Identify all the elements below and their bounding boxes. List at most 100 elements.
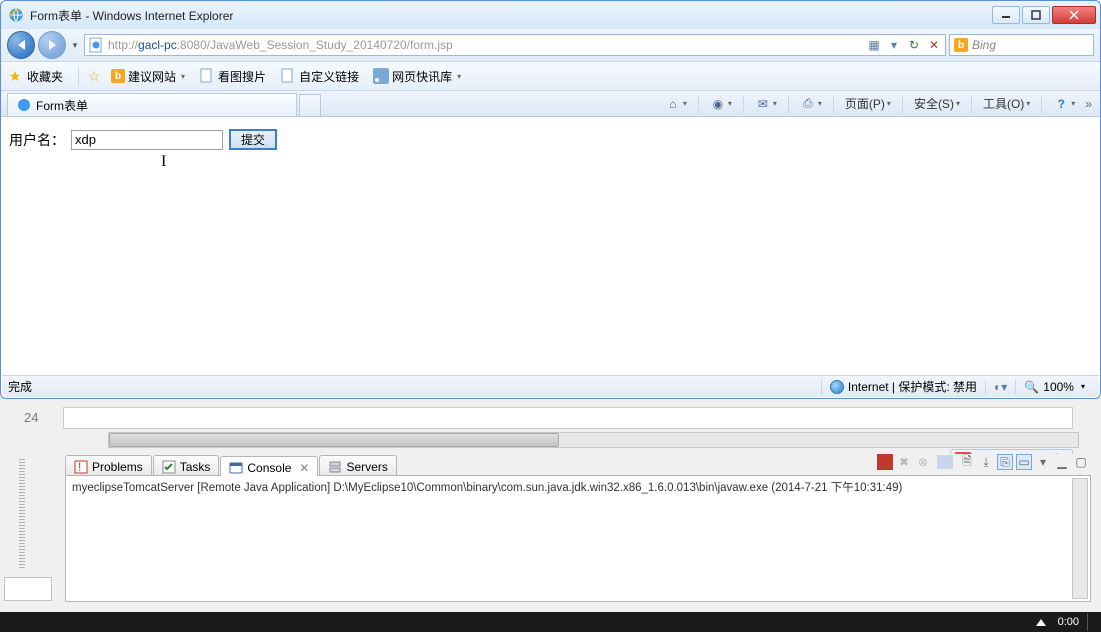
addr-dropdown[interactable]: ▾ [886, 38, 902, 52]
remove-launch-icon[interactable]: ✖ [896, 454, 912, 470]
close-button[interactable] [1052, 6, 1096, 24]
tab-console[interactable]: Console✕ [220, 456, 318, 476]
safety-menu[interactable]: 安全(S)▾ [910, 93, 964, 114]
maximize-button[interactable] [1022, 6, 1050, 24]
username-label: 用户名： [9, 130, 65, 150]
url-text: http://gacl-pc:8080/JavaWeb_Session_Stud… [108, 38, 862, 52]
close-tab-icon[interactable]: ✕ [299, 461, 309, 475]
tab-tasks[interactable]: Tasks [153, 455, 220, 475]
fav-web-feeds[interactable]: 网页快讯库▾ [368, 66, 466, 87]
collapsed-view[interactable] [4, 577, 52, 601]
ie-logo-icon [16, 97, 32, 113]
show-desktop-button[interactable] [1087, 613, 1095, 631]
forward-button[interactable] [38, 31, 66, 59]
home-icon: ⌂ [665, 96, 681, 112]
titlebar: Form表单 - Windows Internet Explorer [1, 1, 1100, 29]
terminate-button[interactable] [877, 454, 893, 470]
fav-custom-links[interactable]: 自定义链接 [275, 66, 364, 87]
expand-chevron-icon[interactable]: » [1083, 97, 1094, 111]
feed-icon [373, 68, 389, 84]
horizontal-scrollbar[interactable] [108, 432, 1079, 448]
protected-mode-toggle[interactable]: ◐▾ [985, 380, 1015, 394]
refresh-icon[interactable]: ↻ [906, 38, 922, 52]
tasks-icon [162, 460, 176, 474]
minimize-button[interactable] [992, 6, 1020, 24]
search-box[interactable]: b Bing [949, 34, 1094, 56]
status-bar: 完成 Internet | 保护模式: 禁用 ◐▾ 🔍100%▾ [2, 375, 1099, 397]
new-tab-button[interactable] [299, 94, 321, 116]
ie-window: Form表单 - Windows Internet Explorer ▾ htt… [0, 0, 1101, 399]
stop-icon[interactable]: ✕ [926, 38, 942, 52]
page-icon [280, 68, 296, 84]
display-console-icon[interactable]: ▭ [1016, 454, 1032, 470]
tray-arrow-icon[interactable] [1036, 619, 1046, 626]
console-icon [229, 461, 243, 475]
favorites-bar: ★ 收藏夹 ☆ b建议网站▾ 看图搜片 自定义链接 网页快讯库▾ [1, 62, 1100, 91]
vertical-scrollbar[interactable] [1072, 478, 1088, 599]
home-button[interactable]: ⌂▾ [661, 94, 691, 114]
help-icon: ? [1053, 96, 1069, 112]
page-icon [88, 37, 104, 53]
servers-icon [328, 460, 342, 474]
console-line: myeclipseTomcatServer [Remote Java Appli… [72, 479, 1084, 495]
console-toolbar: ✖ ⊗ 🗎 ⤓ ⎘ ▭ ▾ ▁ ▢ [877, 454, 1089, 470]
tab-title: Form表单 [36, 97, 88, 114]
back-button[interactable] [7, 31, 35, 59]
favorites-label[interactable]: 收藏夹 [27, 68, 63, 85]
address-bar[interactable]: http://gacl-pc:8080/JavaWeb_Session_Stud… [84, 34, 946, 56]
fav-suggested-sites[interactable]: b建议网站▾ [106, 66, 190, 87]
eclipse-ide: 24 S 英 ☽ •, ⌨ ✿ 🔧 !Problems Tasks Consol… [0, 399, 1101, 632]
status-text: 完成 [8, 378, 821, 395]
favorites-star-icon[interactable]: ★ [7, 68, 23, 84]
page-icon [199, 68, 215, 84]
globe-icon [830, 380, 844, 394]
ide-left-gutter [0, 399, 58, 632]
browser-tab[interactable]: Form表单 [7, 93, 297, 116]
max-view-icon[interactable]: ▢ [1073, 454, 1089, 470]
nav-history-dropdown[interactable]: ▾ [69, 40, 81, 51]
scrollbar-thumb[interactable] [109, 433, 559, 447]
page-menu[interactable]: 页面(P)▾ [841, 93, 895, 114]
search-placeholder: Bing [972, 38, 996, 52]
username-input[interactable] [71, 130, 223, 150]
min-view-icon[interactable]: ▁ [1054, 454, 1070, 470]
console-output[interactable]: myeclipseTomcatServer [Remote Java Appli… [65, 476, 1091, 602]
scroll-lock-icon[interactable]: ⤓ [978, 454, 994, 470]
ide-views-tabbar: !Problems Tasks Console✕ Servers ✖ ⊗ 🗎 ⤓… [65, 454, 1091, 476]
mail-icon: ✉ [755, 96, 771, 112]
line-number: 24 [24, 410, 38, 425]
rss-icon: ◉ [710, 96, 726, 112]
window-title: Form表单 - Windows Internet Explorer [30, 7, 990, 24]
security-zone[interactable]: Internet | 保护模式: 禁用 [821, 378, 985, 395]
submit-button[interactable]: 提交 [229, 129, 277, 150]
ie-logo-icon [8, 7, 24, 23]
zoom-control[interactable]: 🔍100%▾ [1015, 380, 1093, 394]
sash-handle[interactable] [19, 459, 25, 569]
nav-toolbar: ▾ http://gacl-pc:8080/JavaWeb_Session_St… [1, 29, 1100, 62]
clock: 0:00 [1058, 616, 1079, 628]
mail-button[interactable]: ✉▾ [751, 94, 781, 114]
command-bar: ⌂▾ ◉▾ ✉▾ ⎙▾ 页面(P)▾ 安全(S)▾ 工具(O)▾ ?▾ » [661, 93, 1094, 114]
text-cursor-icon: I [161, 153, 166, 171]
remove-all-icon[interactable]: ⊗ [915, 454, 931, 470]
printer-icon: ⎙ [800, 96, 816, 112]
tab-problems[interactable]: !Problems [65, 455, 152, 475]
clear-console-icon[interactable]: 🗎 [959, 454, 975, 470]
compat-view-icon[interactable]: ▦ [866, 38, 882, 52]
feeds-button[interactable]: ◉▾ [706, 94, 736, 114]
add-favorite-icon[interactable]: ☆ [86, 68, 102, 84]
svg-text:!: ! [78, 460, 81, 474]
bing-icon: b [111, 69, 125, 83]
fav-image-search[interactable]: 看图搜片 [194, 66, 271, 87]
tools-menu[interactable]: 工具(O)▾ [979, 93, 1034, 114]
pin-console-icon[interactable]: ⎘ [997, 454, 1013, 470]
open-console-icon[interactable]: ▾ [1035, 454, 1051, 470]
problems-icon: ! [74, 460, 88, 474]
help-button[interactable]: ?▾ [1049, 94, 1079, 114]
tab-servers[interactable]: Servers [319, 455, 396, 475]
editor-ruler: 24 [63, 407, 1073, 429]
windows-taskbar: 0:00 [0, 612, 1101, 632]
tab-row: Form表单 ⌂▾ ◉▾ ✉▾ ⎙▾ 页面(P)▾ 安全(S)▾ 工具(O)▾ … [1, 91, 1100, 116]
print-button[interactable]: ⎙▾ [796, 94, 826, 114]
bing-icon: b [954, 38, 968, 52]
